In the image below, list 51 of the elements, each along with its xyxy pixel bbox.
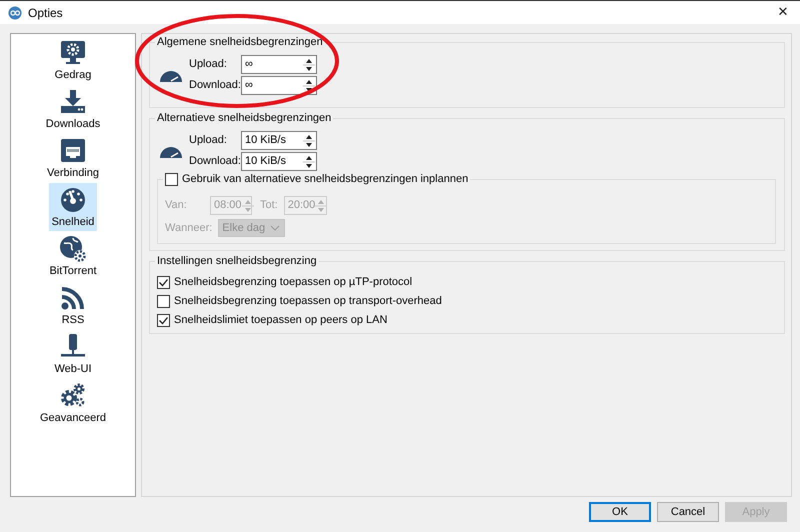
spin-field[interactable]: 10 KiB/s [241,131,317,150]
checkbox-label: Gebruik van alternatieve snelheidsbegrenzingen inplannen [182,173,468,186]
gears-icon [58,382,87,409]
group-title: Algemene snelheidsbegrenzingen [157,36,323,48]
checkbox-label: Snelheidslimiet toepassen op peers op LAN [174,314,388,327]
dialog-button[interactable]: OK [589,502,651,522]
sidebar-item[interactable]: Snelheid [48,183,98,231]
spin-arrows-icon [242,198,254,214]
speedometer-icon [159,144,183,158]
spin-arrows-icon [315,198,328,214]
checkbox-label: Snelheidsbegrenzing toepassen op transport-overhead [174,295,442,308]
sidebar-item[interactable]: Verbinding [44,134,102,182]
field-label: Upload: [189,134,228,147]
checkbox[interactable] [165,173,178,186]
spin-arrows-icon [303,132,315,148]
group-title: Instellingen snelheidsbegrenzing [157,255,317,267]
spin-field[interactable]: ∞ [241,55,317,74]
monitor-gear-icon [58,39,87,66]
field-label: Tot: [260,199,278,212]
field-label: Van: [165,199,188,212]
sidebar-item[interactable]: BitTorrent [46,232,100,280]
checkbox-label: Snelheidsbegrenzing toepassen op µTP-protocol [174,276,412,289]
download-icon [58,88,87,115]
checkbox[interactable] [157,314,170,327]
field-label: Upload: [189,58,228,71]
sidebar-item[interactable]: Downloads [42,85,104,133]
app-icon [8,6,22,20]
window-title: Opties [28,6,64,20]
speedometer-icon [159,68,183,82]
sidebar-item[interactable]: RSS [56,281,90,329]
chevron-down-icon [270,225,280,231]
spin-field[interactable]: 10 KiB/s [241,152,317,171]
dialog-button[interactable]: Cancel [657,502,719,522]
spin-arrows-icon [303,56,315,72]
group-title: Alternatieve snelheidsbegrenzingen [157,112,332,124]
rss-icon [59,284,87,311]
network-port-icon [59,137,87,164]
field-label: Download: [189,79,239,92]
checkbox[interactable] [157,276,170,289]
spin-field[interactable]: ∞ [241,76,317,95]
sidebar-item[interactable]: Web-UI [51,330,95,378]
globe-gear-icon [58,235,87,262]
spin-arrows-icon [303,154,315,170]
field-label: Wanneer: [165,222,212,234]
speedometer-icon [58,186,87,213]
spin-arrows-icon [303,78,315,94]
close-button[interactable]: ✕ [766,1,800,24]
checkbox[interactable] [157,295,170,308]
sidebar-item[interactable]: Geavanceerd [36,379,110,427]
field-label: Download: [189,155,239,168]
sidebar-item[interactable]: Gedrag [52,36,94,84]
